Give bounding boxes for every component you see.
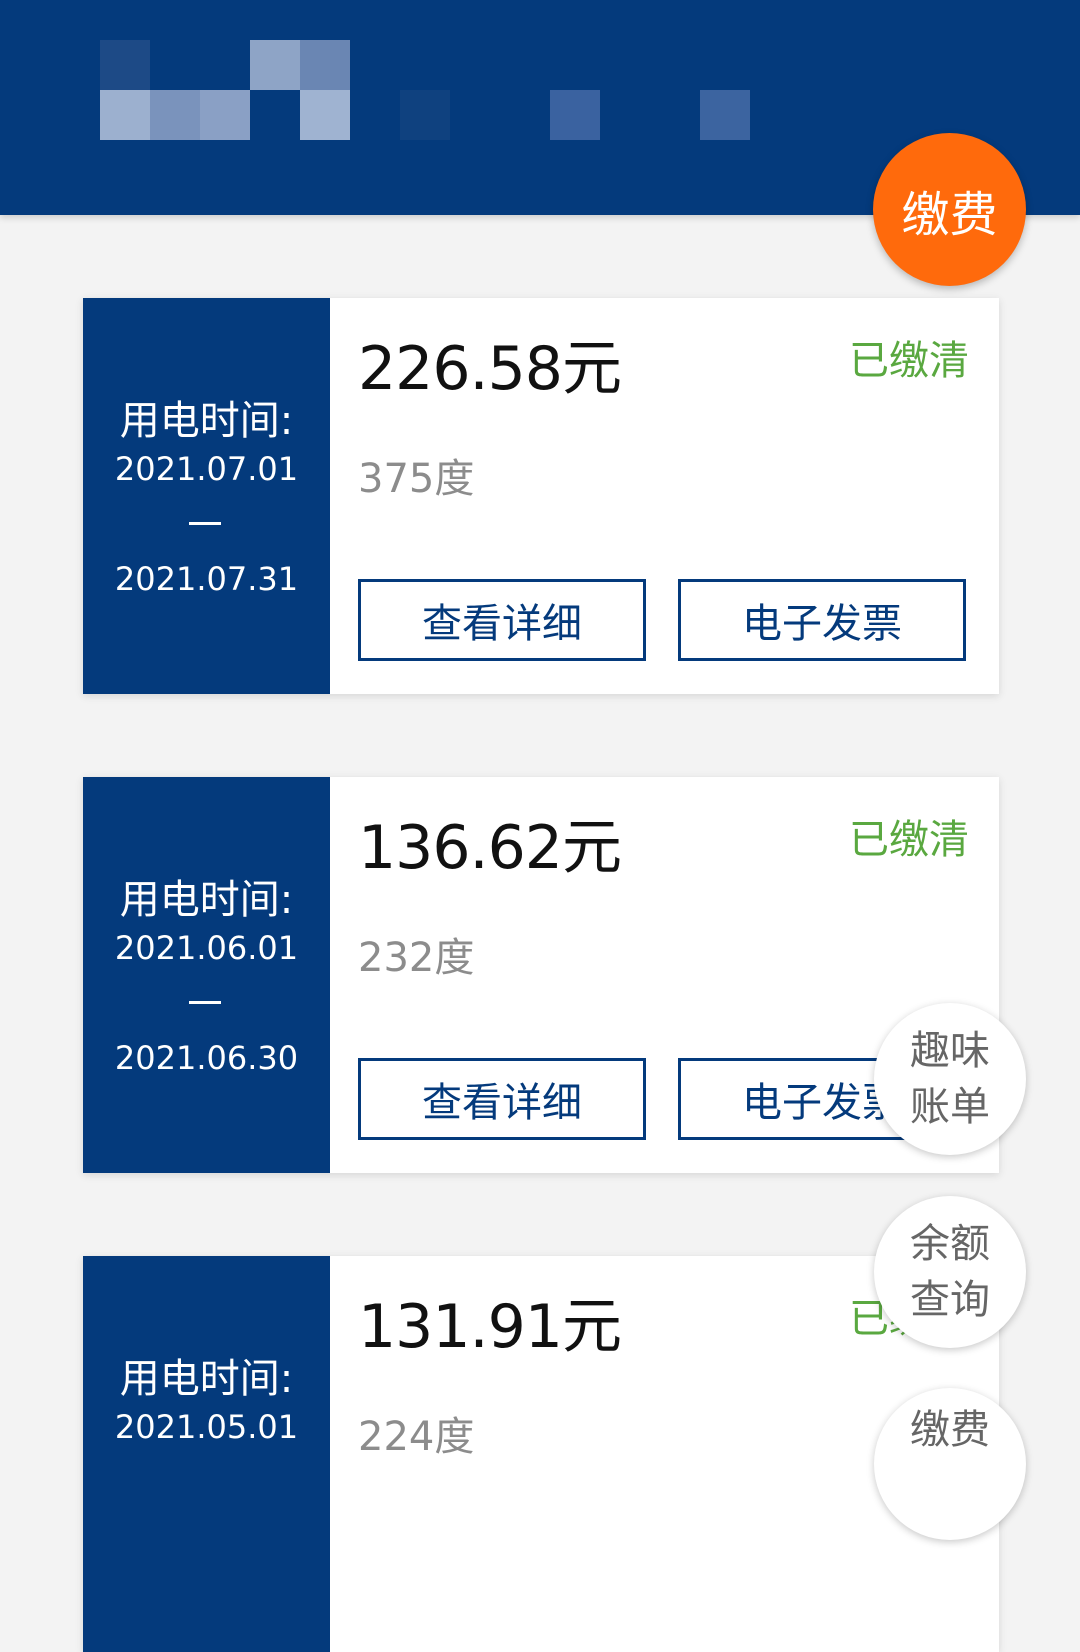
period-start: 2021.07.01	[114, 450, 299, 488]
fun-bill-label-1: 趣味	[910, 1028, 990, 1074]
view-detail-button[interactable]: 查看详细	[358, 579, 646, 661]
pay-button[interactable]: 缴费	[873, 133, 1026, 286]
period-dash	[189, 522, 221, 525]
bill-period-panel: 用电时间: 2021.05.01	[83, 1256, 330, 1652]
bill-usage: 375度	[358, 456, 475, 502]
bill-period-panel: 用电时间: 2021.07.01 2021.07.31	[83, 298, 330, 694]
balance-query-button[interactable]: 余额 查询	[874, 1196, 1026, 1348]
payment-status: 已缴清	[849, 338, 969, 384]
balance-label-1: 余额	[910, 1221, 990, 1267]
fun-bill-button[interactable]: 趣味 账单	[874, 1003, 1026, 1155]
bill-card: 用电时间: 2021.05.01 131.91元 已缴清 224度	[83, 1256, 999, 1652]
pay-round-button[interactable]: 缴费	[874, 1388, 1026, 1540]
bill-usage: 232度	[358, 935, 475, 981]
fun-bill-label-2: 账单	[910, 1084, 990, 1130]
bill-period-panel: 用电时间: 2021.06.01 2021.06.30	[83, 777, 330, 1173]
payment-status: 已缴清	[849, 817, 969, 863]
period-label: 用电时间:	[119, 877, 294, 923]
period-end: 2021.07.31	[114, 560, 299, 598]
period-label: 用电时间:	[119, 1356, 294, 1402]
balance-label-2: 查询	[910, 1277, 990, 1323]
period-dash	[189, 1001, 221, 1004]
bill-usage: 224度	[358, 1414, 475, 1460]
period-start: 2021.05.01	[114, 1408, 299, 1446]
bill-card: 用电时间: 2021.06.01 2021.06.30 136.62元 已缴清 …	[83, 777, 999, 1173]
view-detail-button[interactable]: 查看详细	[358, 1058, 646, 1140]
e-invoice-button[interactable]: 电子发票	[678, 579, 966, 661]
bill-amount: 136.62元	[358, 813, 622, 883]
period-start: 2021.06.01	[114, 929, 299, 967]
pay-button-label: 缴费	[901, 186, 998, 243]
bill-amount: 226.58元	[358, 334, 622, 404]
period-label: 用电时间:	[119, 398, 294, 444]
bill-card: 用电时间: 2021.07.01 2021.07.31 226.58元 已缴清 …	[83, 298, 999, 694]
pay-round-label: 缴费	[910, 1407, 990, 1453]
period-end: 2021.06.30	[114, 1039, 299, 1077]
bill-amount: 131.91元	[358, 1292, 622, 1362]
